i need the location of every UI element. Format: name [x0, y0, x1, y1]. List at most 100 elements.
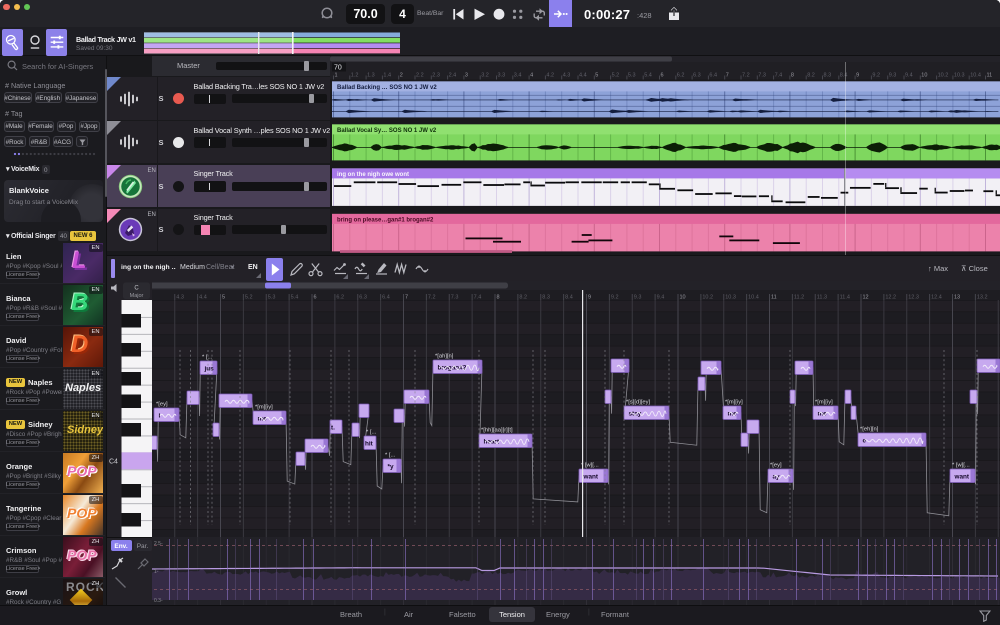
- svg-text:1.3: 1.3: [367, 73, 375, 79]
- svg-text:hit: hit: [365, 440, 374, 447]
- svg-text:7.3: 7.3: [758, 73, 766, 79]
- svg-text:6: 6: [661, 73, 664, 79]
- svg-text:2.3: 2.3: [432, 73, 440, 79]
- svg-text:2: 2: [400, 73, 403, 79]
- svg-text:8.4: 8.4: [840, 73, 848, 79]
- svg-text:9: 9: [588, 295, 591, 301]
- svg-text:12.2: 12.2: [885, 295, 896, 301]
- svg-text:8.3: 8.3: [542, 295, 550, 301]
- svg-text:6.2: 6.2: [336, 295, 344, 301]
- svg-text:11.2: 11.2: [794, 295, 804, 301]
- svg-text:10: 10: [921, 73, 927, 79]
- svg-text:9.4: 9.4: [657, 295, 665, 301]
- svg-text:1: 1: [335, 73, 338, 79]
- svg-text:2.4: 2.4: [449, 73, 457, 79]
- svg-text:6.4: 6.4: [382, 295, 390, 301]
- svg-text:1.4: 1.4: [383, 73, 391, 79]
- svg-text:9.4: 9.4: [905, 73, 913, 79]
- svg-text:* [...: * [...: [366, 430, 377, 436]
- svg-text:10: 10: [680, 295, 686, 301]
- svg-text:want: want: [583, 473, 599, 480]
- svg-text:5.2: 5.2: [612, 73, 620, 79]
- svg-text:*y: *y: [388, 463, 394, 470]
- svg-text:10.3: 10.3: [954, 73, 965, 79]
- svg-text:7.2: 7.2: [742, 73, 750, 79]
- svg-text:2.5-: 2.5-: [154, 541, 163, 547]
- svg-text:8.2: 8.2: [807, 73, 815, 79]
- svg-text:ay: ay: [773, 473, 781, 480]
- svg-text:Ballad Backing … SOS NO 1 JW v: Ballad Backing … SOS NO 1 JW v2: [337, 85, 437, 91]
- svg-text:6.3: 6.3: [693, 73, 701, 79]
- svg-text:10.4: 10.4: [748, 295, 759, 301]
- svg-text:7.3: 7.3: [451, 295, 459, 301]
- svg-text:*[ey]: *[ey]: [770, 463, 782, 469]
- svg-text:10.2: 10.2: [938, 73, 949, 79]
- svg-text:* [w][...: * [w][...: [581, 463, 599, 469]
- svg-text:*[m][iy]: *[m][iy]: [725, 400, 743, 406]
- svg-text:*[ey]: *[ey]: [156, 402, 168, 408]
- svg-text:9: 9: [856, 73, 859, 79]
- svg-text:2.2: 2.2: [416, 73, 424, 79]
- svg-text:13.2: 13.2: [977, 295, 988, 301]
- svg-text:1.2: 1.2: [351, 73, 359, 79]
- svg-text:11: 11: [987, 73, 993, 79]
- svg-text:* [...: * [...: [202, 355, 213, 361]
- svg-text:*[s][d][ey]: *[s][d][ey]: [626, 400, 651, 406]
- svg-text:11: 11: [771, 295, 777, 301]
- svg-text:12.3: 12.3: [908, 295, 919, 301]
- svg-text:jus: jus: [204, 365, 215, 372]
- svg-text:8.2: 8.2: [519, 295, 527, 301]
- svg-text:9.2: 9.2: [872, 73, 880, 79]
- svg-text:5.4: 5.4: [291, 295, 299, 301]
- svg-text:4.4: 4.4: [579, 73, 587, 79]
- svg-text:8: 8: [497, 295, 500, 301]
- svg-text:3.2: 3.2: [481, 73, 489, 79]
- svg-text:13: 13: [954, 295, 960, 301]
- svg-text:12: 12: [863, 295, 869, 301]
- svg-text:5.2: 5.2: [245, 295, 253, 301]
- svg-text:want: want: [954, 473, 970, 480]
- svg-text:6.3: 6.3: [359, 295, 367, 301]
- svg-text:5: 5: [595, 73, 598, 79]
- svg-text:7.4: 7.4: [775, 73, 783, 79]
- svg-text:*[hh][aa][r][t]: *[hh][aa][r][t]: [481, 428, 513, 434]
- svg-text:bring on please…gan#1 brogan#2: bring on please…gan#1 brogan#2: [337, 217, 434, 223]
- svg-text:C: C: [134, 286, 139, 292]
- svg-text:C4: C4: [109, 458, 118, 465]
- svg-text:* [w][...: * [w][...: [952, 463, 970, 469]
- svg-text:9.3: 9.3: [634, 295, 642, 301]
- svg-text:ing on the nigh owe wont: ing on the nigh owe wont: [337, 172, 409, 178]
- svg-text:6.4: 6.4: [709, 73, 717, 79]
- svg-text:5.3: 5.3: [268, 295, 276, 301]
- svg-text:t.: t.: [331, 424, 335, 431]
- svg-text:12.4: 12.4: [931, 295, 942, 301]
- svg-text:1-: 1-: [154, 569, 159, 575]
- svg-text:10.3: 10.3: [725, 295, 736, 301]
- svg-text:7: 7: [726, 73, 729, 79]
- svg-text:10.2: 10.2: [702, 295, 713, 301]
- svg-text:*[m][iy]: *[m][iy]: [255, 405, 273, 411]
- svg-text:6: 6: [314, 295, 317, 301]
- svg-text:4.4: 4.4: [199, 295, 207, 301]
- svg-text:*[eh][n]: *[eh][n]: [860, 427, 879, 433]
- svg-text:Major: Major: [130, 293, 144, 299]
- svg-text:* [...: * [...: [385, 453, 396, 459]
- svg-text:4.2: 4.2: [546, 73, 554, 79]
- svg-text:7.2: 7.2: [428, 295, 436, 301]
- svg-text:*[ah][n]: *[ah][n]: [435, 354, 454, 360]
- svg-text:4.3: 4.3: [563, 73, 571, 79]
- svg-text:4: 4: [530, 73, 533, 79]
- svg-text:4.3: 4.3: [176, 295, 184, 301]
- svg-text:*[m][iy]: *[m][iy]: [815, 400, 833, 406]
- svg-text:5.4: 5.4: [644, 73, 652, 79]
- svg-text:70: 70: [334, 65, 342, 72]
- svg-text:9.2: 9.2: [611, 295, 619, 301]
- svg-text:10.4: 10.4: [970, 73, 981, 79]
- svg-text:3: 3: [465, 73, 468, 79]
- svg-text:7.4: 7.4: [474, 295, 482, 301]
- svg-text:8.3: 8.3: [824, 73, 832, 79]
- svg-text:9.3: 9.3: [889, 73, 897, 79]
- svg-text:5: 5: [222, 295, 225, 301]
- svg-text:11.4: 11.4: [840, 295, 850, 301]
- svg-text:Ballad Vocal Sy… SOS NO 1 JW v: Ballad Vocal Sy… SOS NO 1 JW v2: [337, 128, 437, 134]
